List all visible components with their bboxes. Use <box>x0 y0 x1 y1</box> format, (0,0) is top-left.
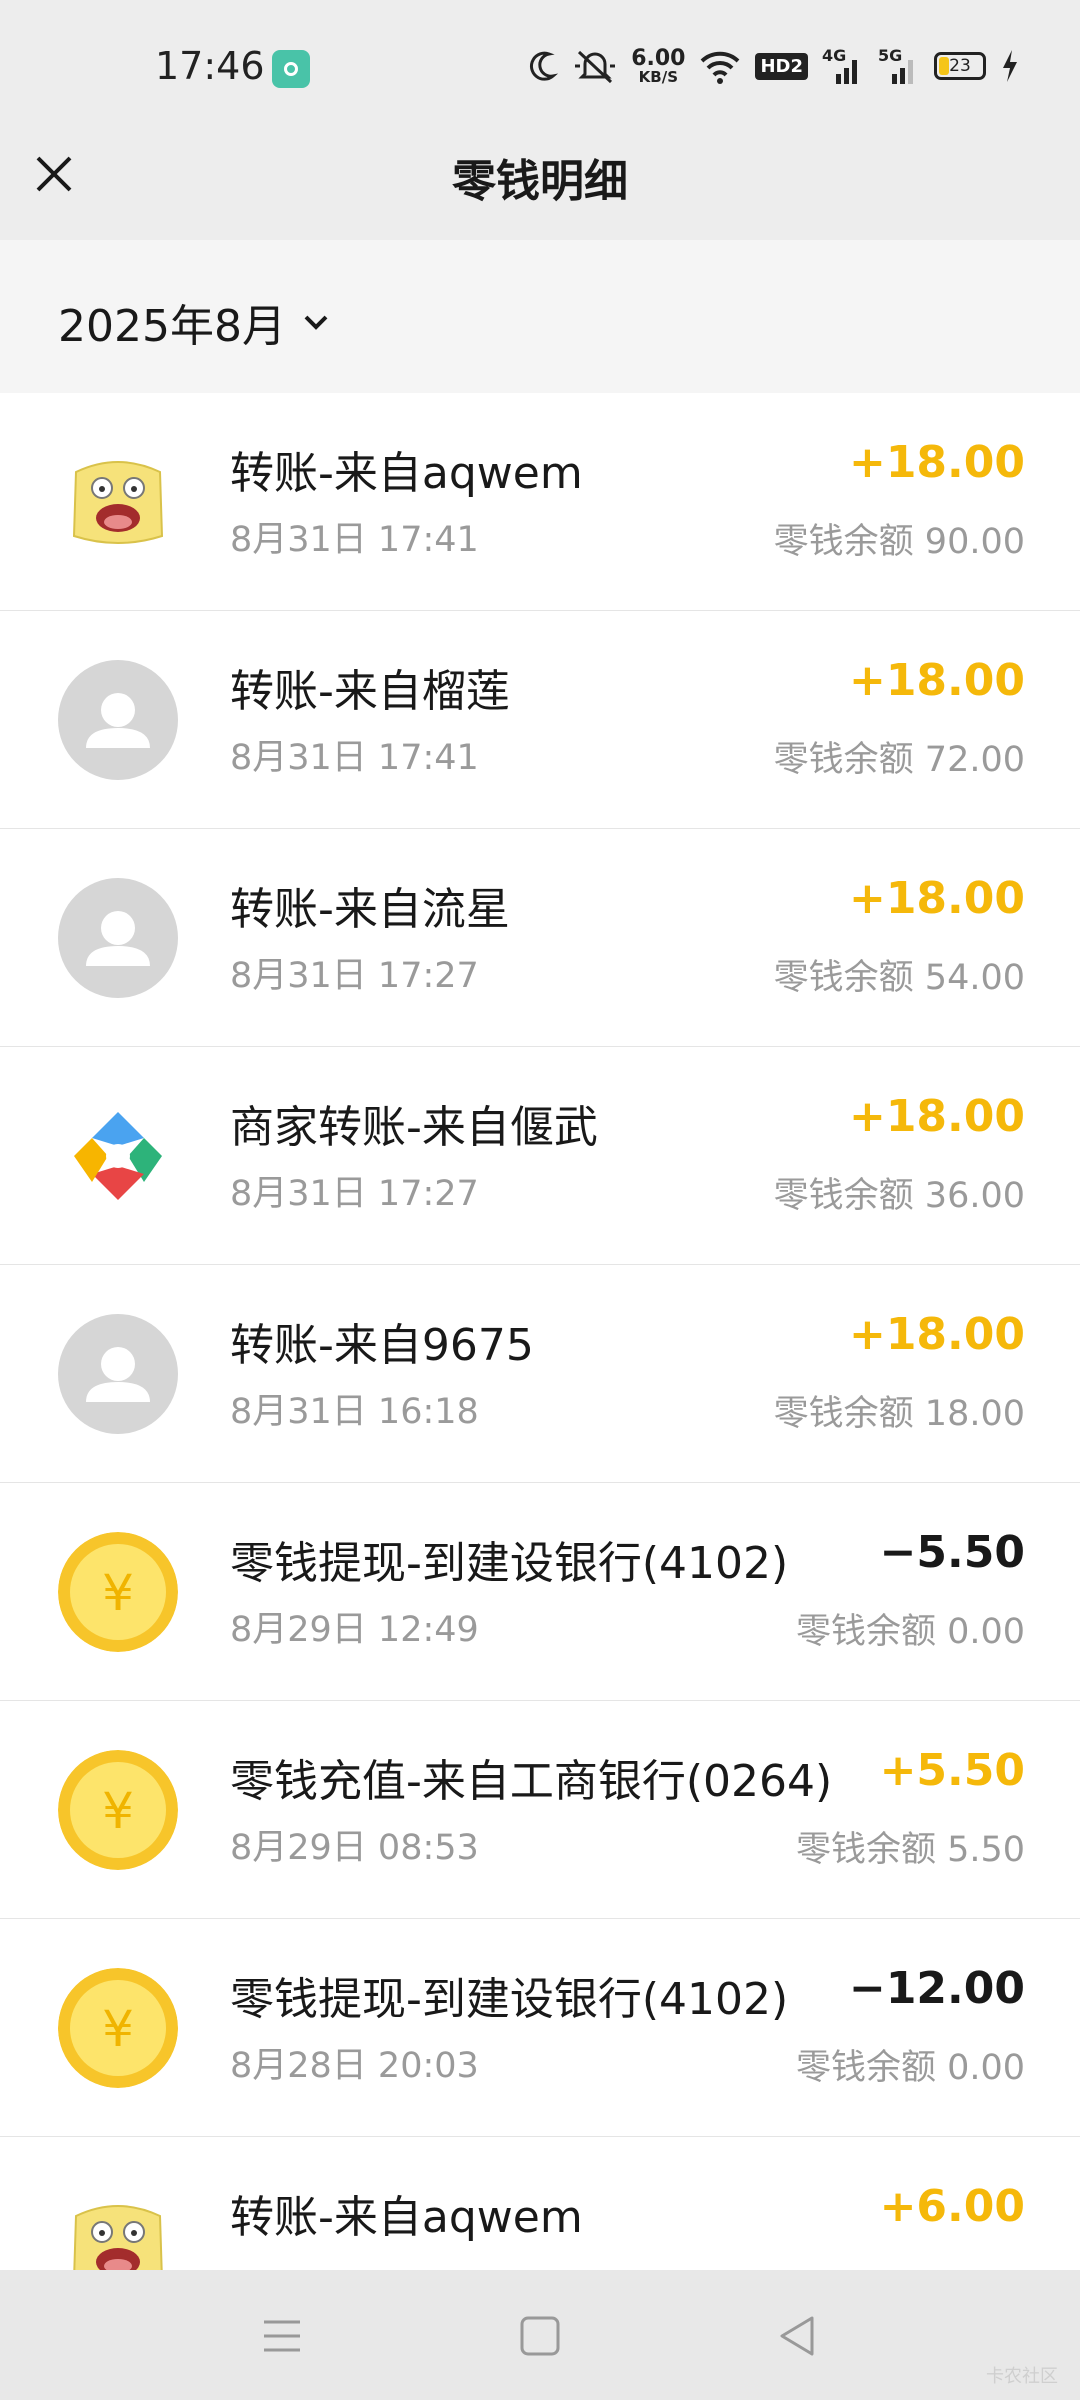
transaction-date: 8月31日 16:18 <box>230 1392 479 1432</box>
coin-icon: ¥ <box>58 1532 178 1652</box>
avatar <box>58 442 178 562</box>
svg-text:¥: ¥ <box>102 1564 134 1622</box>
transaction-date: 8月31日 17:27 <box>230 956 479 996</box>
transaction-title: 商家转账-来自偃武 <box>230 1102 598 1153</box>
status-bar: 17:46 6.00 KB/S HD2 4G 5G 23 <box>0 0 1080 135</box>
back-icon[interactable] <box>770 2308 826 2364</box>
battery-level: 23 <box>949 56 971 76</box>
transaction-balance: 零钱余额 0.00 <box>795 1612 1025 1652</box>
transaction-balance: 零钱余额 5.50 <box>795 1830 1025 1870</box>
transaction-title: 转账-来自aqwem <box>230 2192 583 2243</box>
transaction-row[interactable]: 转账-来自榴莲 8月31日 17:41 +18.00 零钱余额 72.00 <box>0 611 1080 829</box>
transaction-date: 8月31日 17:41 <box>230 738 479 778</box>
transaction-title: 零钱提现-到建设银行(4102) <box>230 1974 789 2025</box>
transaction-balance: 零钱余额 72.00 <box>773 740 1025 780</box>
signal-5g: 5G <box>878 46 920 86</box>
navigation-bar <box>0 2270 1080 2400</box>
transaction-amount: +5.50 <box>879 1745 1025 1796</box>
transaction-balance: 零钱余额 54.00 <box>773 958 1025 998</box>
transaction-title: 转账-来自9675 <box>230 1320 534 1371</box>
transaction-title: 转账-来自榴莲 <box>230 666 510 717</box>
mute-icon <box>575 50 616 84</box>
merchant-icon <box>58 1096 178 1216</box>
transaction-balance: 零钱余额 18.00 <box>773 1394 1025 1434</box>
transaction-balance: 零钱余额 0.00 <box>795 2048 1025 2088</box>
transaction-amount: +18.00 <box>848 437 1025 488</box>
menu-icon[interactable] <box>254 2308 310 2364</box>
transaction-amount: +18.00 <box>848 655 1025 706</box>
status-time: 17:46 <box>155 44 265 88</box>
transaction-row[interactable]: 转账-来自流星 8月31日 17:27 +18.00 零钱余额 54.00 <box>0 829 1080 1047</box>
transaction-date: 8月31日 17:41 <box>230 520 479 560</box>
avatar <box>58 2186 178 2270</box>
watermark: 卡农社区 <box>986 2366 1058 2387</box>
month-filter-bar: 2025年8月 <box>0 240 1080 393</box>
home-icon[interactable] <box>512 2308 568 2364</box>
coin-icon: ¥ <box>58 1968 178 2088</box>
transaction-row[interactable]: ¥ 零钱充值-来自工商银行(0264) 8月29日 08:53 +5.50 零钱余额 5… <box>0 1701 1080 1919</box>
transaction-title: 零钱提现-到建设银行(4102) <box>230 1538 789 1589</box>
transaction-amount: −12.00 <box>848 1963 1025 2014</box>
default-avatar-icon <box>58 1314 178 1434</box>
hd-badge: HD2 <box>755 52 808 80</box>
transaction-title: 零钱充值-来自工商银行(0264) <box>230 1756 833 1807</box>
transaction-row[interactable]: ¥ 零钱提现-到建设银行(4102) 8月28日 20:03 −12.00 零钱余额 0… <box>0 1919 1080 2137</box>
battery-icon: 23 <box>934 52 986 80</box>
transaction-row[interactable]: 转账-来自aqwem 8月31日 17:41 +18.00 零钱余额 90.00 <box>0 393 1080 611</box>
transaction-date: 8月31日 17:27 <box>230 1174 479 1214</box>
month-selector[interactable]: 2025年8月 <box>58 290 332 354</box>
net-speed-unit: KB/S <box>638 67 678 86</box>
transaction-amount: +18.00 <box>848 1091 1025 1142</box>
signal-icon <box>836 60 857 84</box>
title-bar: 零钱明细 <box>0 135 1080 240</box>
transaction-row[interactable]: 转账-来自aqwem +6.00 <box>0 2137 1080 2270</box>
transaction-date: 8月28日 20:03 <box>230 2046 479 2086</box>
signal-icon <box>892 60 913 84</box>
transaction-list[interactable]: 转账-来自aqwem 8月31日 17:41 +18.00 零钱余额 90.00 转账-… <box>0 393 1080 2270</box>
net-speed: 6.00 KB/S <box>631 45 686 86</box>
transaction-date: 8月29日 08:53 <box>230 1828 479 1868</box>
transaction-amount: +6.00 <box>879 2181 1025 2232</box>
transaction-date: 8月29日 12:49 <box>230 1610 479 1650</box>
transaction-amount: +18.00 <box>848 1309 1025 1360</box>
status-icons: 6.00 KB/S HD2 4G 5G 23 <box>529 44 1020 88</box>
transaction-title: 转账-来自aqwem <box>230 448 583 499</box>
transaction-title: 转账-来自流星 <box>230 884 510 935</box>
transaction-row[interactable]: ¥ 零钱提现-到建设银行(4102) 8月29日 12:49 −5.50 零钱余额 0.… <box>0 1483 1080 1701</box>
transaction-row[interactable]: 商家转账-来自偃武 8月31日 17:27 +18.00 零钱余额 36.00 <box>0 1047 1080 1265</box>
page-title: 零钱明细 <box>452 156 628 207</box>
net-speed-value: 6.00 <box>631 45 686 71</box>
wifi-icon <box>701 51 740 84</box>
transaction-balance: 零钱余额 90.00 <box>773 522 1025 562</box>
coin-icon: ¥ <box>58 1750 178 1870</box>
charging-icon <box>1003 50 1017 82</box>
moon-icon <box>530 51 559 81</box>
transaction-amount: −5.50 <box>879 1527 1025 1578</box>
chevron-down-icon <box>304 315 328 330</box>
signal-4g: 4G <box>822 46 864 86</box>
transaction-balance: 零钱余额 36.00 <box>773 1176 1025 1216</box>
svg-text:¥: ¥ <box>102 2000 134 2058</box>
transaction-row[interactable]: 转账-来自9675 8月31日 16:18 +18.00 零钱余额 18.00 <box>0 1265 1080 1483</box>
app-icon <box>272 50 310 88</box>
default-avatar-icon <box>58 878 178 998</box>
default-avatar-icon <box>58 660 178 780</box>
month-label: 2025年8月 <box>58 301 286 352</box>
transaction-amount: +18.00 <box>848 873 1025 924</box>
svg-text:¥: ¥ <box>102 1782 134 1840</box>
